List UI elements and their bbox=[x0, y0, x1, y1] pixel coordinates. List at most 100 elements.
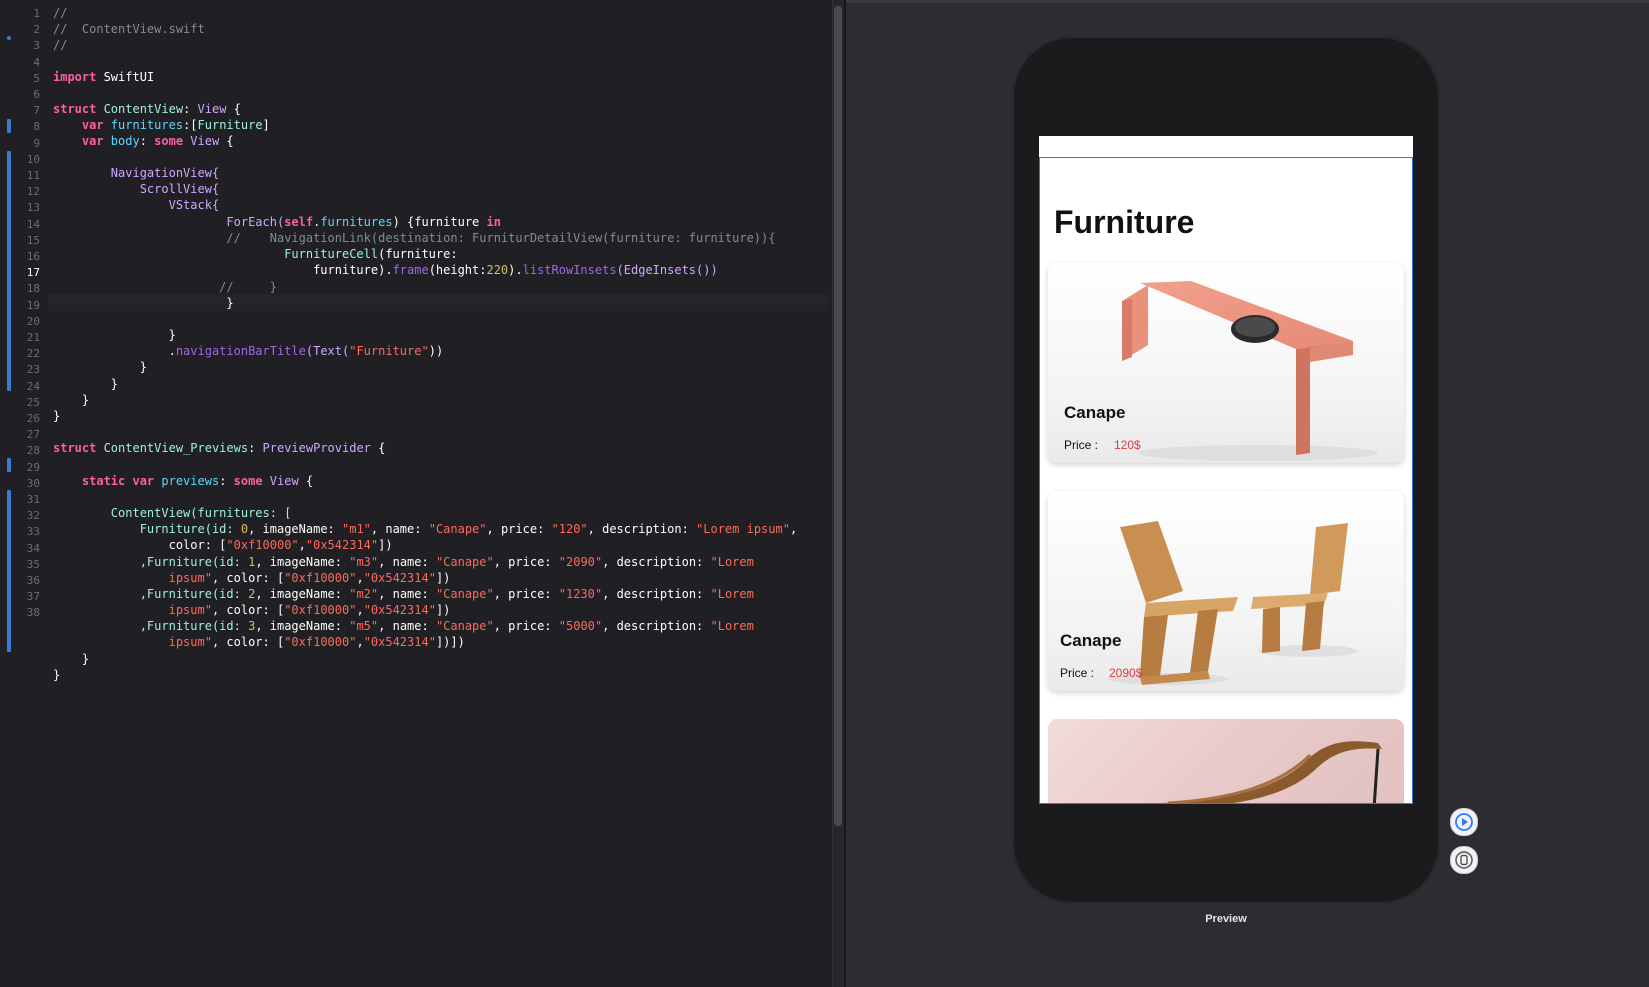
code-text: ]) bbox=[378, 538, 393, 552]
line-number: 26 bbox=[26, 412, 40, 425]
code-text: , description: bbox=[602, 619, 711, 633]
code-line-16-cont: furniture).frame(height:220).listRowInse… bbox=[53, 262, 718, 279]
code-text: color: [ bbox=[53, 538, 227, 552]
furniture-cell[interactable]: Canape Price : 120$ bbox=[1048, 263, 1404, 463]
furniture-cell[interactable] bbox=[1048, 719, 1404, 804]
type-name: View bbox=[197, 102, 227, 116]
line-number: 8 bbox=[33, 120, 40, 134]
code-text: Furniture(id: bbox=[53, 522, 241, 536]
code-line-13: VStack{ bbox=[53, 198, 220, 212]
class-name: FurnitureCell bbox=[284, 247, 379, 261]
line-number: 37 bbox=[26, 590, 40, 604]
code-line-17: // } bbox=[53, 280, 277, 294]
string-literal: "m5" bbox=[349, 619, 379, 633]
line-number: 2 bbox=[33, 23, 40, 37]
line-number: 4 bbox=[33, 55, 40, 69]
device-settings-button[interactable] bbox=[1450, 846, 1478, 874]
line-number: 30 bbox=[26, 476, 40, 490]
code-line-2: // ContentView.swift bbox=[53, 22, 205, 36]
code-text: SwiftUI bbox=[96, 70, 155, 84]
code-text: . bbox=[53, 344, 176, 358]
string-literal: ipsum" bbox=[168, 571, 212, 585]
property-name: furnitures bbox=[103, 118, 184, 132]
code-line-25: } bbox=[53, 409, 61, 423]
editor-scrollbar-thumb[interactable] bbox=[834, 6, 842, 826]
line-number: 16 bbox=[26, 250, 40, 263]
line-number: 23 bbox=[26, 363, 40, 377]
keyword: some bbox=[233, 474, 263, 488]
code-line-21: .navigationBarTitle(Text("Furniture")) bbox=[53, 343, 444, 360]
code-line-35-cont: ipsum", color: ["0xf10000","0x542314"])]… bbox=[53, 634, 465, 651]
string-literal: ipsum" bbox=[168, 603, 212, 617]
code-text: { bbox=[219, 134, 234, 148]
code-text: , color: [ bbox=[211, 603, 285, 617]
line-number: 22 bbox=[26, 347, 40, 361]
string-literal: "m2" bbox=[349, 587, 379, 601]
type-name: View bbox=[262, 474, 299, 488]
number-literal: 220 bbox=[486, 263, 509, 277]
string-literal: "0xf10000" bbox=[284, 571, 357, 585]
code-text: , color: [ bbox=[211, 635, 285, 649]
wooden-chairs-image bbox=[1108, 521, 1358, 685]
live-preview-button[interactable] bbox=[1450, 808, 1478, 836]
function-name: listRowInsets bbox=[522, 263, 617, 277]
string-literal: "120" bbox=[551, 522, 588, 536]
device-icon bbox=[1455, 851, 1473, 869]
line-number: 29 bbox=[26, 460, 40, 474]
string-literal: "m3" bbox=[349, 555, 379, 569]
coffee-table-image bbox=[1122, 281, 1378, 461]
keyword: struct bbox=[53, 102, 97, 116]
code-text: , name: bbox=[378, 619, 436, 633]
string-literal: "Canape" bbox=[428, 522, 487, 536]
string-literal: "Lorem ipsum" bbox=[696, 522, 790, 536]
device-screen[interactable]: Furniture Canape Price : 120$ Canape Pri… bbox=[1039, 136, 1413, 804]
line-number: 6 bbox=[33, 88, 40, 101]
code-text: { bbox=[370, 441, 386, 455]
class-name: ContentView bbox=[96, 102, 184, 116]
code-text: , bbox=[356, 635, 364, 649]
line-number: 9 bbox=[33, 136, 40, 150]
number-literal: 0 bbox=[240, 522, 249, 536]
code-editor[interactable]: 1 2 3 4 5 6 7 8 9 10 11 12 13 14 15 16 17 18 19 20 21 22 23 24 2… bbox=[0, 0, 832, 987]
function-name: navigationBarTitle bbox=[175, 344, 306, 358]
code-text: ). bbox=[508, 263, 523, 277]
line-number: 1 bbox=[33, 7, 40, 20]
code-line-8: var furnitures:[Furniture] bbox=[53, 117, 270, 134]
line-number: 13 bbox=[26, 201, 40, 215]
line-number: 27 bbox=[26, 428, 40, 442]
code-text: (furniture: bbox=[378, 247, 458, 261]
code-text: :[ bbox=[183, 118, 198, 132]
line-number: 36 bbox=[26, 574, 40, 587]
string-literal: "Canape" bbox=[435, 555, 494, 569]
code-line-36: } bbox=[53, 652, 90, 666]
property-name: body bbox=[103, 134, 140, 148]
line-number: 32 bbox=[26, 509, 40, 523]
furniture-name: Canape bbox=[1060, 631, 1122, 650]
string-literal: "Lorem bbox=[710, 619, 754, 633]
code-text: )) bbox=[428, 344, 444, 358]
code-text: , color: [ bbox=[211, 571, 285, 585]
code-text: , name: bbox=[378, 555, 436, 569]
navigation-bar-separator bbox=[1039, 157, 1413, 158]
code-line-9: var body: some View { bbox=[53, 133, 234, 150]
lounge-chair-image bbox=[1158, 741, 1382, 804]
string-literal: "5000" bbox=[558, 619, 603, 633]
line-number: 33 bbox=[26, 525, 40, 539]
string-literal: "0xf10000" bbox=[226, 538, 299, 552]
code-line-23: } bbox=[53, 377, 119, 391]
keyword: import bbox=[53, 70, 97, 84]
code-line-29: static var previews: some View { bbox=[53, 473, 313, 490]
string-literal: "0xf10000" bbox=[284, 635, 357, 649]
line-number: 3 bbox=[33, 39, 40, 53]
line-number: 25 bbox=[26, 395, 40, 409]
keyword: self bbox=[284, 215, 314, 229]
code-line-20: } bbox=[53, 328, 176, 342]
furniture-cell[interactable]: Canape Price : 2090$ bbox=[1048, 491, 1404, 691]
code-text: furniture). bbox=[53, 263, 393, 277]
code-line-5: import SwiftUI bbox=[53, 69, 154, 86]
code-text: , description: bbox=[602, 587, 711, 601]
